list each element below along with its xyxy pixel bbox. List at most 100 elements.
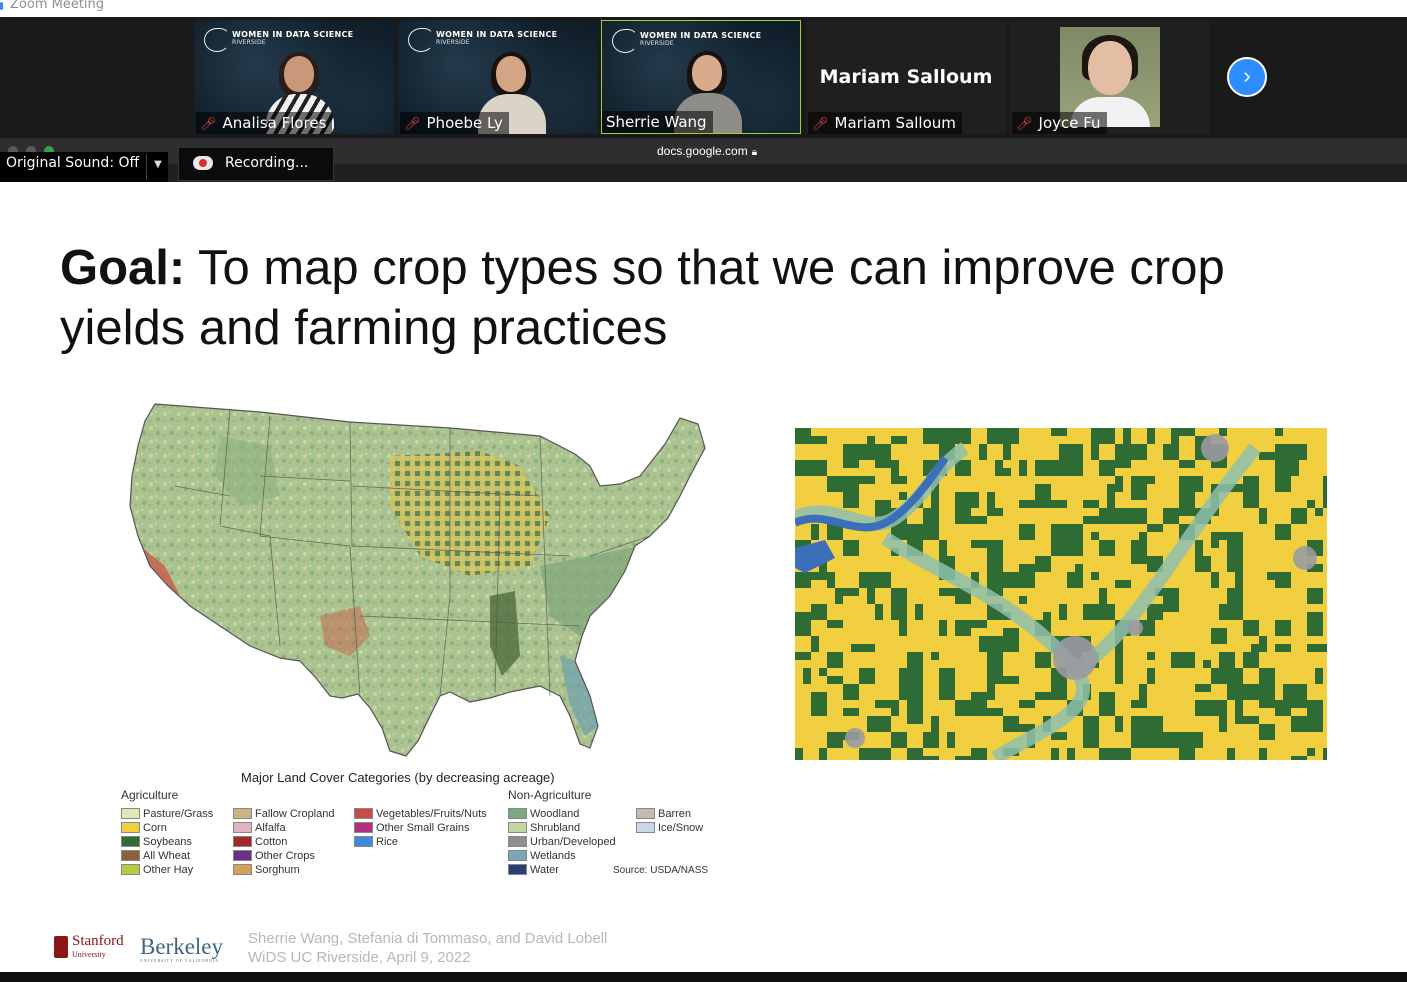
legend-swatch [508, 864, 527, 875]
legend-swatch [354, 822, 373, 833]
original-sound-button[interactable]: Original Sound: Off ▼ [0, 152, 168, 182]
cloud-record-icon [193, 156, 213, 170]
legend-item: Corn [121, 821, 213, 835]
chevron-down-icon[interactable]: ▼ [146, 154, 169, 180]
legend-label: Shrubland [530, 822, 581, 834]
legend-label: Other Crops [255, 850, 315, 862]
legend-item: Shrubland [508, 821, 616, 835]
legend-swatch [508, 808, 527, 819]
crop-type-satellite-map [795, 428, 1327, 760]
legend-label: Water [530, 864, 559, 876]
legend-label: Fallow Cropland [255, 808, 335, 820]
virtual-background-banner: WOMEN IN DATA SCIENCE [436, 30, 558, 39]
legend-item: Other Small Grains [354, 821, 487, 835]
legend-swatch [121, 836, 140, 847]
mic-muted-icon: 🎤︎ [1016, 117, 1033, 132]
participant-nameplate: Sherrie Wang [602, 111, 713, 133]
legend-item: Pasture/Grass [121, 807, 213, 821]
participant-tile-sherrie-wang[interactable]: WOMEN IN DATA SCIENCE RIVERSIDE Sherrie W… [601, 20, 801, 134]
legend-label: Wetlands [530, 850, 576, 862]
legend-label: Alfalfa [255, 822, 286, 834]
legend-swatch [508, 836, 527, 847]
zoom-logo-icon [0, 2, 3, 10]
legend-item: Other Hay [121, 863, 213, 877]
legend-swatch [508, 850, 527, 861]
legend-item: Alfalfa [233, 821, 334, 835]
legend-swatch [354, 808, 373, 819]
legend-swatch [121, 808, 140, 819]
legend-swatch [233, 808, 252, 819]
legend-column: Barren Ice/Snow [636, 807, 703, 835]
legend-item: Other Crops [233, 849, 334, 863]
legend-item: Soybeans [121, 835, 213, 849]
legend-item: Ice/Snow [636, 821, 703, 835]
legend-swatch [233, 864, 252, 875]
legend-swatch [121, 864, 140, 875]
slide-credit: Sherrie Wang, Stefania di Tommaso, and D… [248, 930, 608, 966]
legend-label: Barren [658, 808, 692, 820]
legend-swatch [636, 822, 655, 833]
mic-muted-icon: 🎤︎ [404, 117, 421, 132]
legend-label: Rice [376, 836, 399, 848]
legend-swatch [121, 822, 140, 833]
legend-label: Woodland [530, 808, 580, 820]
legend-column: Fallow Cropland Alfalfa Cotton Other Crops S… [233, 807, 334, 877]
legend-swatch [636, 808, 655, 819]
legend-item: Wetlands [508, 849, 616, 863]
map-source: Source: USDA/NASS [613, 865, 709, 876]
participant-nameplate: 🎤︎ Phoebe Ly [400, 112, 509, 134]
berkeley-logo: Berkeley UNIVERSITY OF CALIFORNIA [140, 934, 224, 963]
share-toolbar: docs.google.com 🔒︎ Original Sound: Off ▼ … [0, 138, 1407, 182]
participant-tile-phoebe-ly[interactable]: WOMEN IN DATA SCIENCE RIVERSIDE 🎤︎ Phoebe … [398, 20, 598, 134]
legend-label: Ice/Snow [658, 822, 704, 834]
legend-swatch [233, 822, 252, 833]
url-text: docs.google.com 🔒︎ [657, 144, 758, 158]
legend-label: Soybeans [143, 836, 192, 848]
wids-logo-icon [612, 29, 638, 53]
legend-label: Other Small Grains [376, 822, 470, 834]
legend-item: Vegetables/Fruits/Nuts [354, 807, 487, 821]
wids-logo-icon [408, 28, 434, 52]
legend-label: Pasture/Grass [143, 808, 214, 820]
legend-label: Cotton [255, 836, 288, 848]
legend-label: All Wheat [143, 850, 191, 862]
legend-item: Rice [354, 835, 487, 849]
mic-muted-icon: 🎤︎ [812, 117, 829, 132]
participant-nameplate: 🎤︎ Analisa Flores [196, 112, 333, 134]
legend-item: All Wheat [121, 849, 213, 863]
legend-swatch [508, 822, 527, 833]
legend-swatch [233, 850, 252, 861]
legend-label: Sorghum [255, 864, 300, 876]
participant-tile-mariam-salloum[interactable]: Mariam Salloum 🎤︎ Mariam Salloum [806, 20, 1006, 134]
legend-item: Sorghum [233, 863, 334, 877]
legend-column: Woodland Shrubland Urban/Developed Wetlands… [508, 807, 616, 877]
wids-logo-icon [204, 28, 230, 52]
legend-swatch [233, 836, 252, 847]
mic-muted-icon: 🎤︎ [200, 117, 217, 132]
legend-swatch [121, 850, 140, 861]
app-title: Zoom Meeting [10, 0, 105, 12]
window-titlebar: Zoom Meeting [0, 0, 1407, 17]
legend-column: Vegetables/Fruits/Nuts Other Small Grains… [354, 807, 487, 849]
recording-indicator[interactable]: Recording... [178, 147, 334, 181]
chevron-right-icon: › [1243, 63, 1251, 88]
participant-strip: WOMEN IN DATA SCIENCE RIVERSIDE 🎤︎ Analisa… [0, 17, 1407, 138]
legend-item: Woodland [508, 807, 616, 821]
next-participants-button[interactable]: › [1227, 57, 1267, 97]
legend-item: Urban/Developed [508, 835, 616, 849]
legend-item: Barren [636, 807, 703, 821]
legend-item: Fallow Cropland [233, 807, 334, 821]
us-land-cover-map [129, 403, 706, 757]
legend-label: Other Hay [143, 864, 194, 876]
participant-display-name: Mariam Salloum [819, 66, 993, 88]
stanford-logo: Stanford University [54, 934, 134, 962]
legend-label: Vegetables/Fruits/Nuts [376, 808, 487, 820]
shared-slide: Goal: To map crop types so that we can i… [0, 182, 1407, 972]
legend-label: Urban/Developed [530, 836, 616, 848]
legend-label: Corn [143, 822, 167, 834]
participant-tile-joyce-fu[interactable]: 🎤︎ Joyce Fu [1010, 20, 1210, 134]
participant-nameplate: 🎤︎ Joyce Fu [1012, 112, 1107, 134]
legend-agriculture-label: Agriculture [121, 788, 179, 802]
bottom-bar [0, 972, 1407, 982]
participant-tile-analisa-flores[interactable]: WOMEN IN DATA SCIENCE RIVERSIDE 🎤︎ Analisa… [194, 20, 394, 134]
